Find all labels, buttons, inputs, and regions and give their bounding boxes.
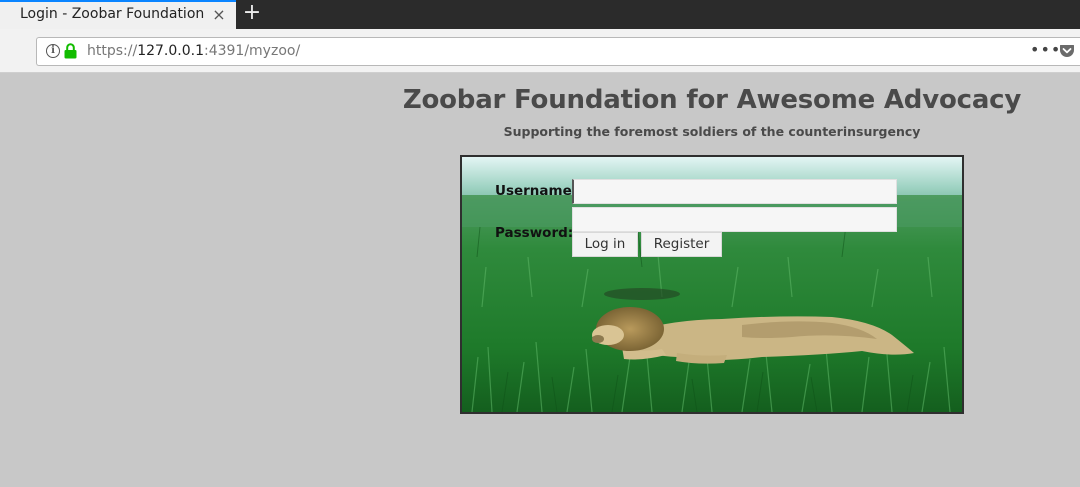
tab-title: Login - Zoobar Foundation bbox=[20, 6, 205, 22]
pocket-icon[interactable] bbox=[1059, 43, 1075, 59]
more-icon[interactable]: ••• bbox=[1030, 41, 1060, 61]
url-bar[interactable]: i https://127.0.0.1:4391/myzoo/ ••• bbox=[36, 37, 1080, 66]
url-host: 127.0.0.1 bbox=[137, 43, 204, 59]
navigation-bar: i https://127.0.0.1:4391/myzoo/ ••• bbox=[0, 29, 1080, 73]
username-label: Username: bbox=[495, 183, 578, 199]
tab-strip: Login - Zoobar Foundation × + bbox=[0, 0, 1080, 29]
page-subtitle: Supporting the foremost soldiers of the … bbox=[503, 124, 921, 139]
tab-login[interactable]: Login - Zoobar Foundation × bbox=[0, 0, 236, 29]
url-text[interactable]: https://127.0.0.1:4391/myzoo/ bbox=[87, 43, 300, 59]
lock-icon[interactable] bbox=[64, 43, 77, 59]
url-path: :4391/myzoo/ bbox=[203, 43, 301, 59]
register-button[interactable]: Register bbox=[641, 232, 722, 257]
password-label: Password: bbox=[495, 225, 574, 241]
info-icon[interactable]: i bbox=[46, 44, 60, 58]
login-button[interactable]: Log in bbox=[572, 232, 638, 257]
url-scheme: https:// bbox=[87, 43, 138, 59]
username-field[interactable] bbox=[572, 179, 897, 204]
page-title: Zoobar Foundation for Awesome Advocacy bbox=[402, 85, 1022, 115]
close-icon[interactable]: × bbox=[210, 6, 228, 24]
plus-icon[interactable]: + bbox=[241, 2, 263, 24]
login-panel: Username: Password: Log in Register bbox=[460, 155, 964, 414]
password-field[interactable] bbox=[572, 207, 897, 232]
